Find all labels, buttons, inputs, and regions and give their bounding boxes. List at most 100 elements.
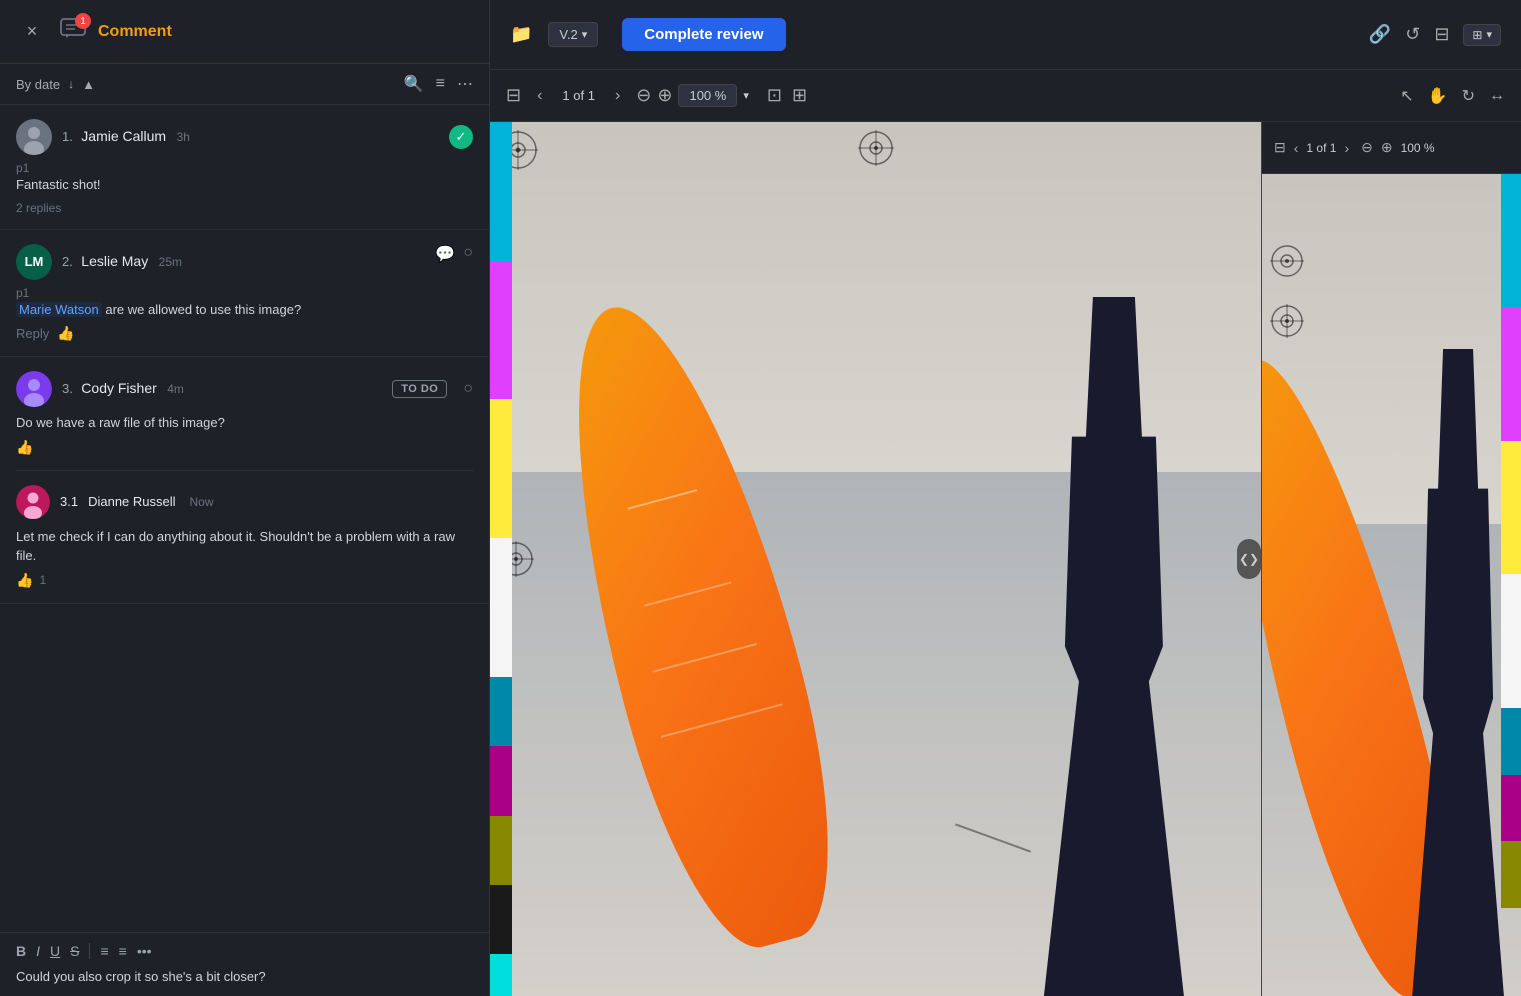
comment-text-3: Do we have a raw file of this image? [16, 413, 473, 433]
cursor-tool[interactable]: ↖ [1400, 86, 1413, 106]
second-toolbar: ⊟ ‹ 1 of 1 › ⊖ ⊕ 100 % ▾ ⊡ ⊞ ↖ ✋ ↻ ↔ [490, 70, 1521, 122]
rotate-tool[interactable]: ↻ [1462, 86, 1475, 106]
r-magenta-swatch [1501, 307, 1521, 440]
reg-mark-tm [858, 130, 894, 166]
comment-meta-3: 3. Cody Fisher 4m [62, 380, 382, 398]
avatar-image-1 [16, 119, 52, 155]
white-swatch [490, 538, 512, 677]
comment-page-2: p1 [16, 286, 473, 300]
panel-header: × 1 Comment [0, 0, 489, 64]
sort-label: By date [16, 77, 60, 92]
link-icon[interactable]: 🔗 [1369, 24, 1391, 45]
comment-item-1: 1. Jamie Callum 3h ✓ p1 Fantastic shot! … [0, 105, 489, 230]
refresh-icon[interactable]: ↺ [1405, 24, 1420, 45]
italic-tool[interactable]: I [36, 943, 40, 959]
bubble-icon[interactable]: 💬 [435, 244, 455, 264]
sub-reply-text-3-1: Let me check if I can do anything about … [16, 527, 473, 566]
r-yellow-swatch [1501, 441, 1521, 574]
version-dropdown-arrow: ▾ [582, 28, 588, 41]
avatar-3 [16, 371, 52, 407]
comment-meta-2: 2. Leslie May 25m [62, 253, 473, 271]
close-button[interactable]: × [16, 16, 48, 48]
surfer-scene [490, 122, 1261, 996]
comment-num-1: 1. [62, 129, 73, 144]
comment-author-2: Leslie May [81, 253, 148, 269]
r-yellow-m-swatch [1501, 841, 1521, 908]
view-options[interactable]: ⊞ ▾ [1463, 24, 1501, 46]
sub-reply-like-icon[interactable]: 👍 [16, 572, 33, 589]
sub-reply-like-count: 1 [39, 573, 46, 587]
zoom-out-btn[interactable]: ⊖ [636, 85, 651, 106]
avatar-image-3 [16, 371, 52, 407]
reply-area-2: Reply 👍 [16, 325, 473, 342]
like-icon-3[interactable]: 👍 [16, 439, 33, 456]
right-zoom-in-btn[interactable]: ⊕ [1381, 139, 1393, 156]
zoom-in-btn[interactable]: ⊕ [657, 85, 672, 106]
like-icon-2[interactable]: 👍 [57, 325, 74, 342]
underline-tool[interactable]: U [50, 943, 60, 959]
scroll-handle[interactable]: ❮❯ [1237, 539, 1261, 579]
right-next-btn[interactable]: › [1344, 140, 1349, 156]
ordered-list-tool[interactable]: ≡ [119, 943, 127, 959]
right-align-icon[interactable]: ⊟ [1274, 139, 1286, 156]
avatar-1 [16, 119, 52, 155]
r-cyan-swatch [1501, 174, 1521, 307]
comment-time-1: 3h [177, 130, 190, 144]
comment-item-3: 3. Cody Fisher 4m TO DO ○ Do we have a r… [0, 357, 489, 604]
bullet-list-tool[interactable]: ≡ [100, 943, 108, 959]
reply-button-2[interactable]: Reply [16, 326, 49, 341]
circle-icon-3[interactable]: ○ [463, 380, 473, 398]
right-zoom-out-btn[interactable]: ⊖ [1361, 139, 1373, 156]
surfer-scene-small [1262, 174, 1521, 996]
panel-title: Comment [98, 23, 172, 41]
editor-toolbar: B I U S ≡ ≡ ••• [16, 943, 473, 959]
comment-page-1: p1 [16, 161, 473, 175]
cyan2-swatch [490, 954, 512, 996]
split-icon[interactable]: ⊟ [1434, 24, 1449, 45]
comment-time-2: 25m [159, 255, 182, 269]
fit-icon[interactable]: ⊡ [767, 85, 782, 106]
next-page-btn[interactable]: › [609, 85, 626, 107]
comment-list: 1. Jamie Callum 3h ✓ p1 Fantastic shot! … [0, 105, 489, 932]
search-icon[interactable]: 🔍 [404, 74, 424, 94]
zoom-label[interactable]: 100 % [678, 84, 737, 107]
editor-input[interactable]: Could you also crop it so she's a bit cl… [16, 967, 473, 987]
sort-expand[interactable]: ▲ [82, 77, 95, 92]
strikethrough-tool[interactable]: S [70, 943, 79, 959]
canvas-area: ❮❯ ⊟ ‹ 1 of 1 › ⊖ ⊕ 100 % [490, 122, 1521, 996]
circle-icon[interactable]: ○ [463, 244, 473, 264]
r-white-swatch [1501, 574, 1521, 707]
cyan-m-swatch [490, 677, 512, 746]
r-magenta-m-swatch [1501, 775, 1521, 842]
more-icon[interactable]: ⋯ [457, 74, 473, 94]
grid-icon[interactable]: ⊞ [792, 85, 807, 106]
align-icon[interactable]: ⊟ [506, 85, 521, 106]
resolved-icon-1: ✓ [449, 125, 473, 149]
surfboard-stripe [627, 489, 697, 510]
filter-icon[interactable]: ≡ [436, 75, 445, 93]
comment-author-3: Cody Fisher [81, 380, 156, 396]
bold-tool[interactable]: B [16, 943, 26, 959]
main-canvas: ❮❯ [490, 122, 1261, 996]
right-preview-panel: ⊟ ‹ 1 of 1 › ⊖ ⊕ 100 % [1261, 122, 1521, 996]
right-prev-btn[interactable]: ‹ [1294, 140, 1299, 156]
pan-tool[interactable]: ✋ [1428, 86, 1448, 106]
prev-page-btn[interactable]: ‹ [531, 85, 548, 107]
comment-text-2: Marie Watson are we allowed to use this … [16, 300, 473, 320]
like-row-3: 👍 [16, 439, 473, 456]
avatar-2: LM [16, 244, 52, 280]
text-editor: B I U S ≡ ≡ ••• Could you also crop it s… [0, 932, 489, 996]
r-cyan-m-swatch [1501, 708, 1521, 775]
sub-reply-author-3-1: 3.1 [60, 494, 78, 509]
zoom-dropdown-arrow[interactable]: ▾ [743, 89, 749, 102]
more-tools[interactable]: ••• [137, 943, 152, 959]
measure-tool[interactable]: ↔ [1489, 87, 1505, 105]
comment-icon-badge[interactable]: 1 [60, 18, 86, 45]
folder-icon[interactable]: 📁 [510, 24, 532, 45]
sort-actions: 🔍 ≡ ⋯ [404, 74, 473, 94]
comment-text-1: Fantastic shot! [16, 175, 473, 195]
version-badge[interactable]: V.2 ▾ [548, 22, 598, 47]
complete-review-button[interactable]: Complete review [622, 18, 785, 51]
replies-link-1[interactable]: 2 replies [16, 201, 473, 215]
mention-tag: Marie Watson [16, 302, 102, 317]
